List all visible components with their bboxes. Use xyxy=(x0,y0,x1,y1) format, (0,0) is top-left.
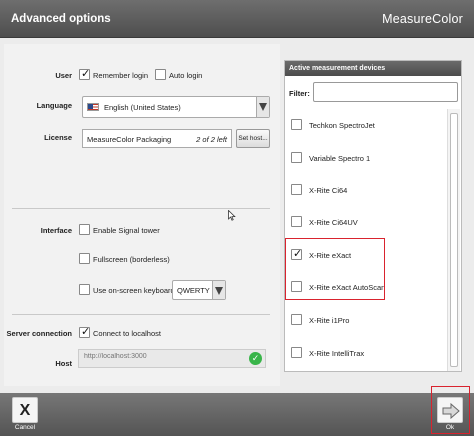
connect-localhost-checkbox[interactable] xyxy=(79,325,90,338)
fullscreen-label: Fullscreen (borderless) xyxy=(93,255,170,264)
license-count: 2 of 2 left xyxy=(196,135,227,144)
user-label: User xyxy=(55,71,72,80)
cursor-icon xyxy=(228,210,236,221)
device-checkbox[interactable] xyxy=(291,216,302,227)
device-checkbox[interactable] xyxy=(291,119,302,130)
footer-bar xyxy=(0,393,474,436)
host-label: Host xyxy=(55,359,72,368)
license-value: MeasureColor Packaging xyxy=(87,135,172,144)
device-item[interactable]: Variable Spectro 1 xyxy=(285,142,447,174)
cancel-label: Cancel xyxy=(14,424,36,431)
set-host-button[interactable]: Set host... xyxy=(236,129,270,148)
brand-logo: MeasureColor xyxy=(382,12,463,26)
chevron-down-icon xyxy=(212,281,225,299)
keyboard-layout-value: QWERTY xyxy=(177,286,210,295)
close-icon: X xyxy=(19,402,31,419)
filter-input[interactable] xyxy=(313,82,458,102)
device-label: X-Rite i1Pro xyxy=(309,316,350,325)
divider xyxy=(12,208,270,209)
devices-panel: Active measurement devices Filter: Techk… xyxy=(284,60,462,372)
title-bar: Advanced options MeasureColor xyxy=(0,0,474,38)
highlight-box xyxy=(431,386,470,434)
auto-login-label: Auto login xyxy=(169,71,203,80)
device-list-scrollbar[interactable] xyxy=(447,109,460,371)
device-label: Techkon SpectroJet xyxy=(309,121,375,130)
device-checkbox[interactable] xyxy=(291,347,302,358)
auto-login-checkbox[interactable] xyxy=(155,69,166,80)
device-label: X-Rite Ci64UV xyxy=(309,218,358,227)
device-item[interactable]: Techkon SpectroJet xyxy=(285,109,447,141)
check-circle-icon: ✓ xyxy=(249,352,262,365)
host-field[interactable]: ✓ xyxy=(78,349,266,368)
license-field: MeasureColor Packaging 2 of 2 left xyxy=(82,129,232,148)
filter-label: Filter: xyxy=(289,89,310,98)
language-dropdown[interactable]: English (United States) xyxy=(82,96,270,118)
dialog-title: Advanced options xyxy=(11,13,111,25)
connect-localhost-label: Connect to localhost xyxy=(93,329,161,338)
device-label: X-Rite IntelliTrax xyxy=(309,349,365,358)
onscreen-keyboard-checkbox[interactable] xyxy=(79,284,90,295)
license-label: License xyxy=(44,133,72,142)
device-checkbox[interactable] xyxy=(291,184,302,195)
devices-panel-title: Active measurement devices xyxy=(285,61,461,76)
signal-tower-checkbox[interactable] xyxy=(79,224,90,235)
language-label: Language xyxy=(36,101,72,110)
cancel-button[interactable]: X xyxy=(12,397,38,423)
divider xyxy=(12,314,270,315)
device-checkbox[interactable] xyxy=(291,314,302,325)
fullscreen-checkbox[interactable] xyxy=(79,253,90,264)
onscreen-keyboard-label: Use on-screen keyboard xyxy=(93,286,175,295)
device-item[interactable]: X-Rite IntelliTrax xyxy=(285,337,447,369)
chevron-down-icon xyxy=(256,97,269,117)
device-item[interactable]: X-Rite Ci64 xyxy=(285,174,447,206)
highlight-box xyxy=(285,238,385,300)
server-connection-label: Server connection xyxy=(6,329,72,338)
device-label: Variable Spectro 1 xyxy=(309,154,371,163)
device-label: X-Rite Ci64 xyxy=(309,186,348,195)
signal-tower-label: Enable Signal tower xyxy=(93,226,160,235)
device-item[interactable]: X-Rite i1Pro xyxy=(285,304,447,336)
host-input[interactable] xyxy=(84,353,244,360)
remember-login-checkbox[interactable] xyxy=(79,67,90,80)
settings-panel: User Remember login Auto login Language … xyxy=(4,44,280,386)
scrollbar-thumb[interactable] xyxy=(450,113,458,367)
keyboard-layout-dropdown[interactable]: QWERTY xyxy=(172,280,226,300)
language-value: English (United States) xyxy=(104,103,181,112)
device-item[interactable]: X-Rite Ci64UV xyxy=(285,206,447,238)
interface-label: Interface xyxy=(40,226,72,235)
us-flag-icon xyxy=(87,103,99,111)
device-checkbox[interactable] xyxy=(291,152,302,163)
remember-login-label: Remember login xyxy=(93,71,149,80)
